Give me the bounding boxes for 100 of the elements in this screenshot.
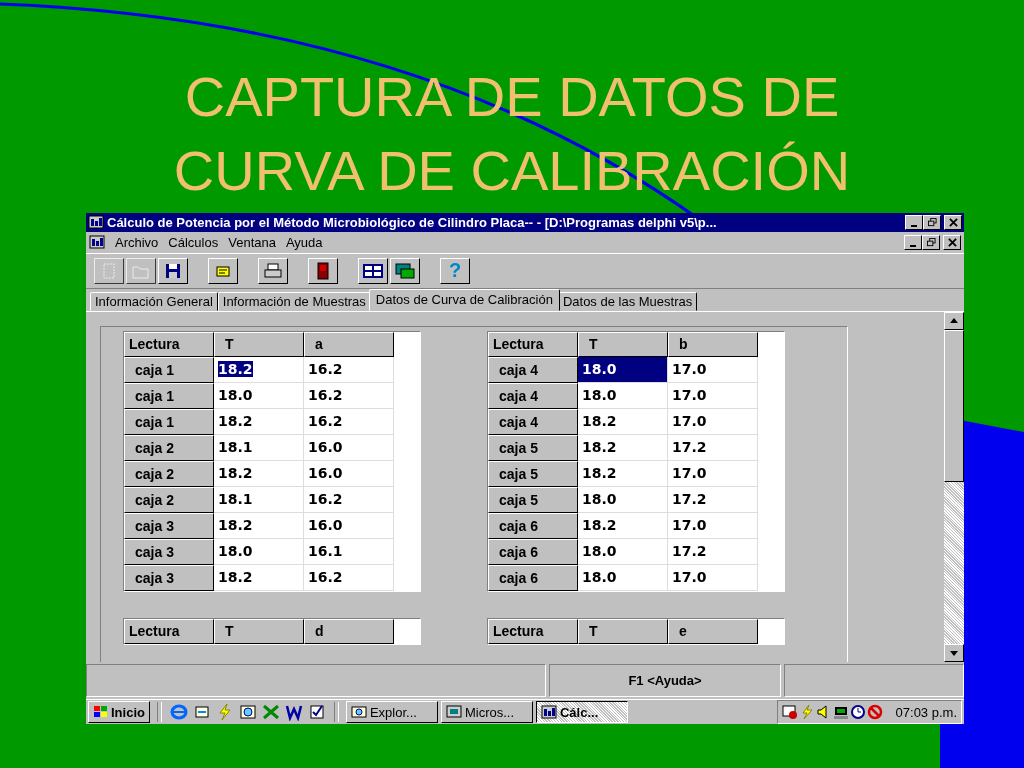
table-cell[interactable]: 17.0	[668, 564, 758, 591]
table-cell[interactable]: 17.2	[668, 434, 758, 461]
table-cell[interactable]: 16.2	[304, 382, 394, 409]
save-button[interactable]	[158, 257, 188, 284]
row-header: caja 5	[488, 460, 578, 487]
close-button[interactable]	[943, 234, 961, 250]
table-cell[interactable]: 17.0	[668, 460, 758, 487]
table-cell[interactable]: 18.2	[214, 512, 304, 539]
restore-icon	[926, 237, 936, 247]
tab[interactable]: Datos de las Muestras	[557, 291, 698, 311]
table-cell[interactable]: 18.2	[578, 434, 668, 461]
table-cell[interactable]: 16.2	[304, 486, 394, 513]
table-cell[interactable]: 18.0	[578, 538, 668, 565]
table-cell[interactable]: 16.2	[304, 356, 394, 383]
table-cell[interactable]: 18.2	[214, 408, 304, 435]
scrollbar[interactable]	[944, 311, 964, 663]
table-cell[interactable]: 18.0	[578, 486, 668, 513]
window-title: Cálculo de Potencia por el Método Microbiológico de Cilindro Placa-- - [D:\Programas delphi v5\p...	[107, 214, 717, 230]
row-header: caja 1	[124, 356, 214, 383]
row-header: caja 2	[124, 460, 214, 487]
table-cell[interactable]: 18.0	[214, 382, 304, 409]
magnifier-icon[interactable]	[237, 702, 258, 722]
restore-icon	[927, 217, 937, 227]
windows-icon	[395, 261, 415, 280]
table-cell[interactable]: 18.0	[214, 538, 304, 565]
table-cell[interactable]: 17.0	[668, 356, 758, 383]
table-cell[interactable]: 18.2	[214, 564, 304, 591]
exit-button[interactable]	[308, 257, 338, 284]
minimize-button[interactable]	[905, 214, 923, 230]
table-cell[interactable]: 17.0	[668, 408, 758, 435]
table-cell[interactable]: 18.1	[214, 486, 304, 513]
row-header: caja 4	[488, 356, 578, 383]
row-header: caja 4	[488, 382, 578, 409]
start-button[interactable]: Inicio	[88, 701, 150, 723]
menu-item[interactable]: Archivo	[115, 234, 159, 250]
table-cell[interactable]: 18.1	[214, 434, 304, 461]
row-header: caja 1	[124, 408, 214, 435]
magnifier-icon	[350, 705, 367, 719]
status-help-text: F1 <Ayuda>	[549, 664, 781, 697]
column-header: T	[578, 618, 668, 644]
row-header: caja 2	[124, 486, 214, 513]
table-cell[interactable]: 17.2	[668, 538, 758, 565]
row-header: caja 1	[124, 382, 214, 409]
table-cell[interactable]: 18.2	[578, 408, 668, 435]
printer-icon	[263, 261, 283, 280]
column-header: d	[304, 618, 394, 644]
table-cell[interactable]: 18.0	[578, 382, 668, 409]
close-button[interactable]	[944, 214, 962, 230]
row-header: caja 6	[488, 512, 578, 539]
note-button[interactable]	[208, 257, 238, 284]
row-header: caja 3	[124, 512, 214, 539]
table-cell[interactable]: 18.2	[578, 512, 668, 539]
clock: 07:03 p.m.	[895, 704, 957, 720]
table-cell[interactable]: 16.2	[304, 408, 394, 435]
tab[interactable]: Datos de Curva de Calibración	[368, 288, 560, 311]
table-cell[interactable]: 17.2	[668, 486, 758, 513]
clock-icon[interactable]	[849, 704, 866, 720]
menu-item[interactable]: Cálculos	[168, 234, 219, 250]
column-header: T	[214, 618, 304, 644]
restore-button[interactable]	[923, 214, 941, 230]
table-cell[interactable]: 17.0	[668, 382, 758, 409]
row-header: caja 6	[488, 564, 578, 591]
column-header: b	[668, 331, 758, 357]
row-header: caja 5	[488, 486, 578, 513]
tab[interactable]: Información de Muestras	[217, 291, 371, 311]
table-cell[interactable]: 16.0	[304, 460, 394, 487]
table-cell[interactable]: 18.2	[214, 460, 304, 487]
minimize-button[interactable]	[904, 234, 922, 250]
table-cell[interactable]: 16.2	[304, 564, 394, 591]
row-header: caja 5	[488, 434, 578, 461]
taskbar-button[interactable]: Micros...	[440, 701, 533, 723]
table-cell[interactable]: 18.2	[578, 460, 668, 487]
column-header: e	[668, 618, 758, 644]
column-header: Lectura	[124, 331, 214, 357]
menu-item[interactable]: Ayuda	[285, 234, 323, 250]
table-cell[interactable]: 16.0	[304, 512, 394, 539]
row-header: caja 3	[124, 564, 214, 591]
table-cell[interactable]: 16.0	[304, 434, 394, 461]
print-button[interactable]	[258, 257, 288, 284]
table-cell[interactable]: 18.2	[214, 356, 304, 383]
minimize-icon	[910, 244, 916, 247]
calendar-icon[interactable]	[781, 704, 798, 720]
tab[interactable]: Información General	[90, 291, 218, 311]
column-header: a	[304, 331, 394, 357]
table-cell[interactable]: 16.1	[304, 538, 394, 565]
computer-icon[interactable]	[832, 704, 849, 720]
table-cell[interactable]: 17.0	[668, 512, 758, 539]
column-header: T	[578, 331, 668, 357]
column-header: T	[214, 331, 304, 357]
down-arrow-icon[interactable]	[950, 650, 958, 656]
up-arrow-icon[interactable]	[950, 318, 958, 324]
table-icon	[363, 261, 383, 280]
table-cell[interactable]: 18.0	[578, 564, 668, 591]
window-button[interactable]	[390, 257, 420, 284]
table-button[interactable]	[358, 257, 388, 284]
table-cell[interactable]: 18.0	[578, 356, 668, 383]
taskbar-button[interactable]: Cálc...	[535, 701, 628, 723]
taskbar-button[interactable]: Explor...	[345, 701, 438, 723]
restore-button[interactable]	[922, 234, 940, 250]
menu-item[interactable]: Ventana	[228, 234, 276, 250]
